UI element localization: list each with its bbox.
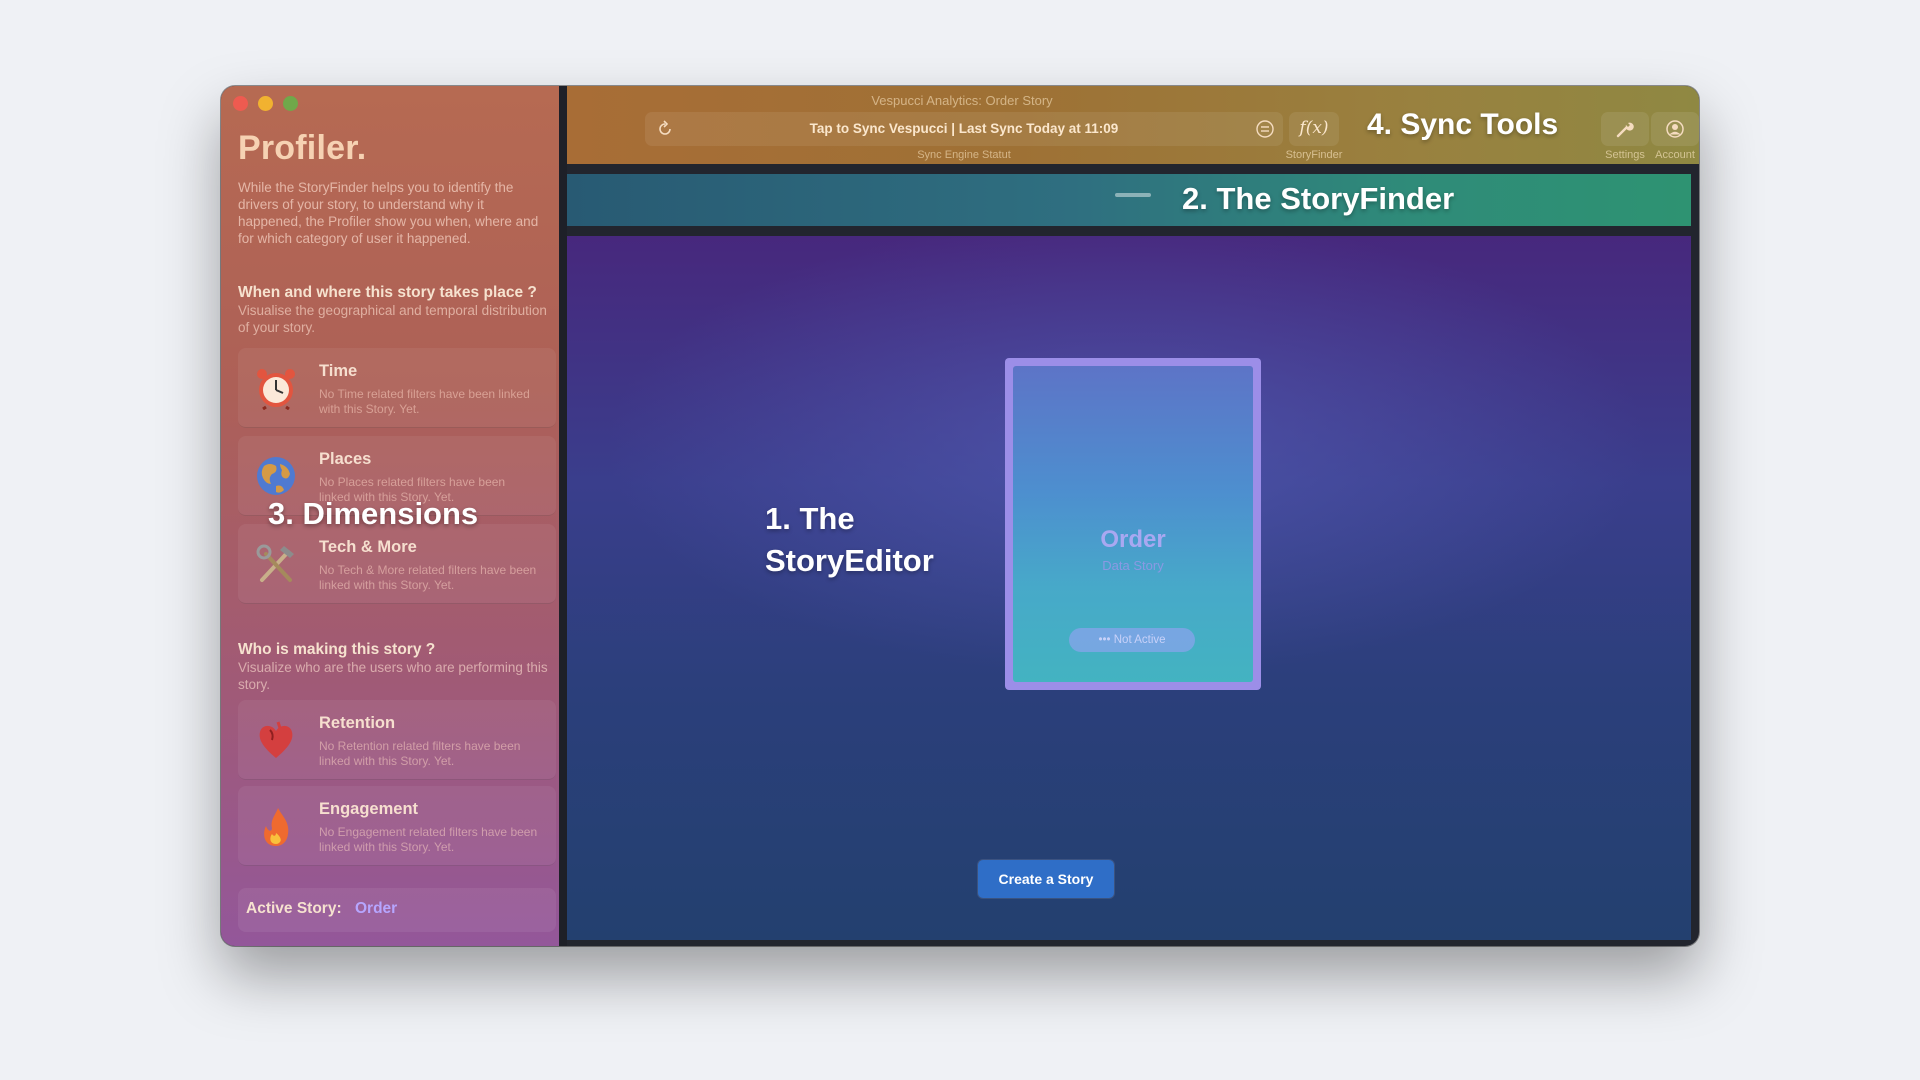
story-editor: 1. The StoryEditor Order Data Story ••• … [567, 236, 1691, 940]
storyeditor-annotation-line2: StoryEditor [765, 543, 934, 578]
section-title-when-where: When and where this story takes place ? [238, 284, 537, 301]
dimensions-annotation: 3. Dimensions [268, 496, 479, 531]
dimension-card-tech[interactable]: Tech & More No Tech & More related filte… [238, 524, 556, 604]
heart-icon [259, 721, 293, 758]
storyfinder-panel[interactable]: 2. The StoryFinder [567, 174, 1691, 226]
account-button[interactable] [1651, 112, 1699, 146]
window-title: Vespucci Analytics: Order Story [871, 93, 1053, 108]
dimension-text: No Time related filters have been linked… [319, 387, 530, 416]
create-story-button[interactable]: Create a Story [978, 860, 1114, 898]
sync-button[interactable]: Tap to Sync Vespucci | Last Sync Today a… [645, 112, 1283, 146]
tools-icon [256, 544, 294, 582]
profiler-title: Profiler. [238, 129, 367, 167]
globe-icon [257, 457, 295, 495]
profiler-description: While the StoryFinder helps you to ident… [238, 180, 539, 246]
user-card-retention[interactable]: Retention No Retention related filters h… [238, 700, 556, 780]
fire-icon [264, 808, 289, 846]
active-story-label: Active Story: [246, 900, 342, 917]
alarm-clock-icon [257, 369, 295, 410]
section-title-who: Who is making this story ? [238, 641, 436, 658]
story-subtitle: Data Story [1102, 558, 1164, 573]
account-icon [1666, 120, 1684, 138]
profiler-sidebar: Profiler. While the StoryFinder helps yo… [221, 86, 559, 946]
section-subtitle-who: Visualize who are the users who are perf… [238, 660, 548, 692]
sync-caption: Sync Engine Statut [917, 149, 1011, 161]
sidebar-divider[interactable] [559, 86, 567, 946]
app-window: Profiler. While the StoryFinder helps yo… [221, 86, 1699, 946]
user-title: Retention [319, 714, 396, 732]
user-text: No Engagement related filters have been … [319, 825, 538, 854]
dimension-title: Places [319, 450, 372, 468]
storyfinder-button[interactable]: f(x) [1289, 112, 1339, 146]
storyfinder-drag-handle[interactable] [1115, 193, 1151, 197]
section-subtitle-when-where: Visualise the geographical and temporal … [238, 303, 547, 335]
active-story-value: Order [355, 900, 398, 917]
sync-status-text: Tap to Sync Vespucci | Last Sync Today a… [809, 121, 1119, 136]
story-card[interactable]: Order Data Story ••• Not Active [1005, 358, 1261, 690]
story-status-badge: ••• Not Active [1069, 628, 1195, 652]
zoom-window-button[interactable] [283, 96, 298, 111]
dimension-text: No Tech & More related filters have been… [319, 563, 537, 592]
user-card-engagement[interactable]: Engagement No Engagement related filters… [238, 786, 556, 866]
toolbar: Vespucci Analytics: Order Story Tap to S… [567, 86, 1699, 164]
storyeditor-annotation-line1: 1. The [765, 501, 855, 536]
user-title: Engagement [319, 800, 419, 818]
story-title: Order [1100, 526, 1166, 553]
dimension-title: Time [319, 362, 358, 380]
storyfinder-caption: StoryFinder [1285, 149, 1343, 161]
settings-button[interactable] [1601, 112, 1649, 146]
minimize-window-button[interactable] [258, 96, 273, 111]
sync-tools-annotation: 4. Sync Tools [1367, 108, 1559, 141]
close-window-button[interactable] [233, 96, 248, 111]
active-story-panel[interactable]: Active Story: Order [238, 888, 556, 932]
menu-icon[interactable] [1255, 119, 1275, 139]
user-text: No Retention related filters have been l… [319, 739, 521, 768]
window-controls [233, 96, 298, 111]
storyeditor-annotation: 1. The StoryEditor [765, 498, 934, 582]
story-card-body: Order Data Story ••• Not Active [1013, 366, 1253, 682]
dimension-title: Tech & More [319, 538, 417, 556]
account-caption: Account [1655, 149, 1695, 161]
storyfinder-annotation: 2. The StoryFinder [1182, 181, 1455, 216]
wrench-icon [1616, 122, 1634, 138]
dimension-card-time[interactable]: Time No Time related filters have been l… [238, 348, 556, 428]
